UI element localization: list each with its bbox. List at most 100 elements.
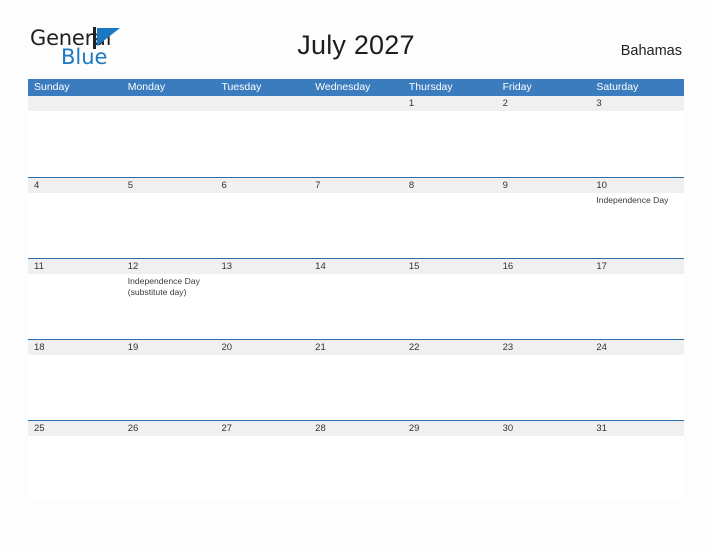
calendar-day-cell[interactable]: 1 — [402, 96, 497, 177]
day-events — [28, 111, 122, 113]
day-events — [309, 274, 403, 276]
calendar-day-cell[interactable]: 15 — [402, 259, 497, 339]
day-events — [403, 274, 497, 276]
calendar-week-row: 4 5 6 7 8 9 10 Independence Day — [28, 177, 685, 258]
day-events — [122, 355, 216, 357]
day-event: Independence Day (substitute day) — [127, 276, 200, 297]
day-number — [122, 96, 216, 111]
calendar-day-cell[interactable]: 26 — [121, 421, 216, 501]
calendar-week-row: 1 2 3 — [28, 96, 685, 177]
day-number: 27 — [221, 423, 233, 434]
calendar-day-cell[interactable]: 31 — [590, 421, 685, 501]
calendar-day-cell[interactable]: 30 — [496, 421, 591, 501]
day-events — [28, 274, 122, 276]
calendar-day-cell[interactable]: 28 — [309, 421, 403, 501]
calendar-day-cell[interactable]: 8 — [402, 178, 497, 258]
day-events — [403, 111, 497, 113]
day-events — [590, 355, 684, 357]
day-events — [497, 111, 591, 113]
calendar-day-cell[interactable]: 16 — [496, 259, 591, 339]
day-events — [122, 436, 216, 438]
day-events — [28, 193, 122, 195]
day-number: 20 — [221, 342, 233, 353]
calendar-day-cell[interactable] — [28, 96, 122, 177]
calendar-day-cell[interactable]: 29 — [402, 421, 497, 501]
day-events — [215, 111, 309, 113]
day-number: 30 — [502, 423, 514, 434]
calendar-day-cell[interactable]: 23 — [496, 340, 591, 420]
day-number: 3 — [596, 98, 602, 109]
weekday-header-wednesday: Wednesday — [315, 81, 371, 93]
day-number: 24 — [596, 342, 607, 353]
day-number: 1 — [408, 98, 415, 109]
calendar-day-cell[interactable]: 3 — [590, 96, 685, 177]
day-events — [28, 436, 122, 438]
calendar-day-cell[interactable]: 14 — [309, 259, 403, 339]
day-events — [497, 193, 591, 195]
calendar-day-cell[interactable]: 6 — [215, 178, 310, 258]
day-events — [590, 111, 684, 113]
calendar-day-cell[interactable]: 9 — [496, 178, 591, 258]
day-events — [215, 436, 309, 438]
day-number: 12 — [127, 261, 139, 272]
calendar-day-cell[interactable]: 2 — [496, 96, 591, 177]
calendar-day-cell[interactable]: 7 — [309, 178, 403, 258]
day-number: 16 — [502, 261, 514, 272]
calendar-day-cell[interactable]: 20 — [215, 340, 310, 420]
calendar-day-cell[interactable]: 24 — [590, 340, 685, 420]
day-number: 11 — [34, 261, 44, 272]
calendar-day-cell[interactable]: 13 — [215, 259, 310, 339]
page-title: July 2027 — [297, 30, 415, 60]
day-events — [215, 274, 309, 276]
day-number: 31 — [596, 423, 607, 434]
day-number: 15 — [408, 261, 420, 272]
weekday-header-friday: Friday — [502, 81, 532, 93]
calendar-day-cell[interactable]: 12 Independence Day (substitute day) — [121, 259, 216, 339]
calendar-day-cell[interactable]: 17 — [590, 259, 685, 339]
calendar-day-cell[interactable] — [215, 96, 310, 177]
day-events — [590, 274, 684, 276]
day-number: 19 — [127, 342, 139, 353]
day-events: Independence Day — [590, 193, 684, 206]
calendar-day-cell[interactable]: 19 — [121, 340, 216, 420]
calendar-day-cell[interactable]: 10 Independence Day — [590, 178, 685, 258]
calendar-week-row: 18 19 20 21 22 23 24 — [28, 339, 685, 420]
calendar-day-cell[interactable]: 21 — [309, 340, 403, 420]
calendar-day-cell[interactable]: 4 — [28, 178, 122, 258]
calendar-day-cell[interactable] — [121, 96, 216, 177]
calendar-week-row: 11 12 Independence Day (substitute day) … — [28, 258, 685, 339]
day-number: 8 — [408, 180, 415, 191]
day-number: 4 — [34, 180, 40, 191]
page-header: General Blue July 2027 Bahamas — [0, 0, 712, 68]
calendar-page: General Blue July 2027 Bahamas Sunday Mo… — [0, 0, 712, 550]
day-number: 10 — [596, 180, 607, 191]
day-number: 13 — [221, 261, 233, 272]
day-number: 23 — [502, 342, 514, 353]
day-events — [28, 355, 122, 357]
day-events — [215, 193, 309, 195]
weekday-header-row: Sunday Monday Tuesday Wednesday Thursday… — [28, 79, 684, 96]
calendar-day-cell[interactable]: 18 — [28, 340, 122, 420]
day-events — [309, 355, 403, 357]
day-number — [215, 96, 309, 111]
day-number: 26 — [127, 423, 139, 434]
day-events — [403, 355, 497, 357]
weekday-header-monday: Monday — [127, 81, 166, 93]
day-events — [309, 436, 403, 438]
day-number: 5 — [127, 180, 134, 191]
calendar-day-cell[interactable]: 25 — [28, 421, 122, 501]
day-number: 14 — [315, 261, 326, 272]
calendar-day-cell[interactable]: 5 — [121, 178, 216, 258]
calendar-day-cell[interactable]: 11 — [28, 259, 122, 339]
day-number: 9 — [502, 180, 508, 191]
calendar-grid: Sunday Monday Tuesday Wednesday Thursday… — [28, 79, 685, 501]
calendar-day-cell[interactable]: 27 — [215, 421, 310, 501]
day-number: 21 — [315, 342, 326, 353]
day-number: 29 — [408, 423, 420, 434]
day-number: 25 — [34, 423, 45, 434]
day-events — [497, 274, 591, 276]
calendar-day-cell[interactable]: 22 — [402, 340, 497, 420]
calendar-day-cell[interactable] — [309, 96, 403, 177]
weekday-header-sunday: Sunday — [34, 81, 70, 93]
day-number: 22 — [408, 342, 420, 353]
